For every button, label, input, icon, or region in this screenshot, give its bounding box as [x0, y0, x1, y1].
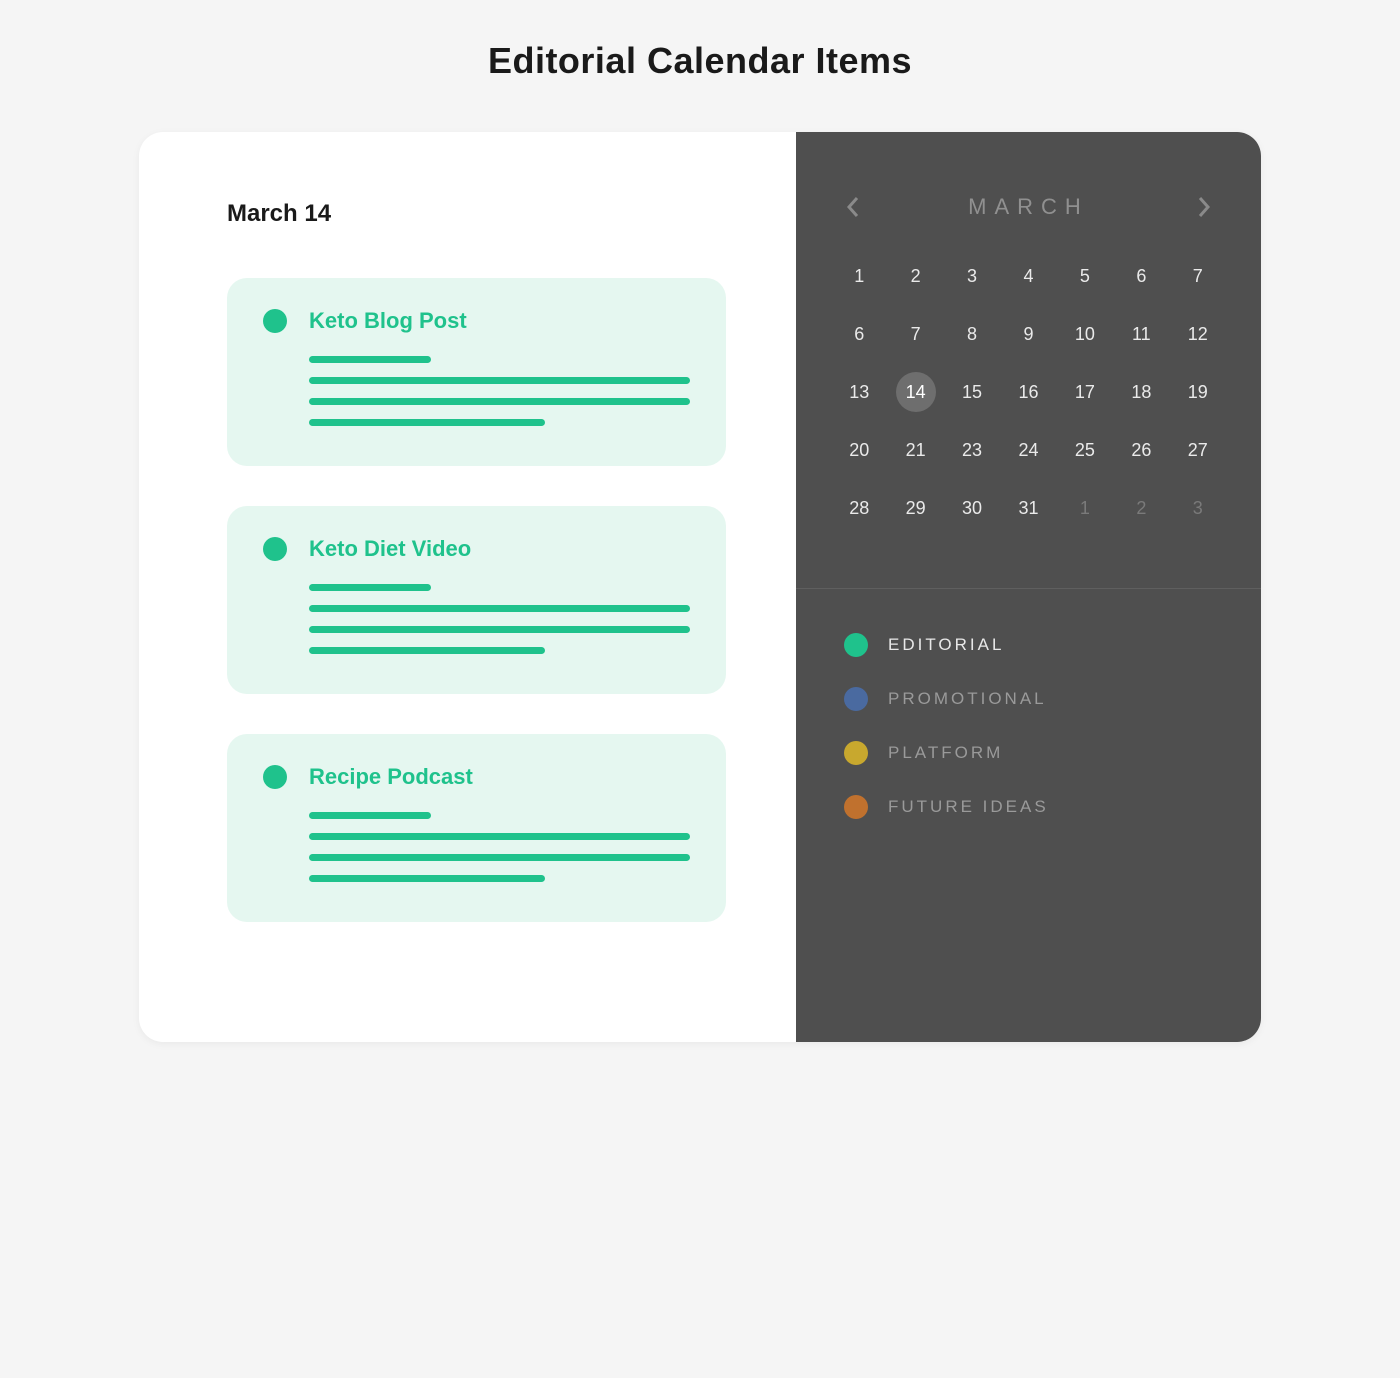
page-title: Editorial Calendar Items — [0, 40, 1400, 82]
calendar-day[interactable]: 27 — [1175, 430, 1221, 470]
calendar-day[interactable]: 8 — [949, 314, 995, 354]
legend-label: PLATFORM — [888, 743, 1003, 763]
calendar-day[interactable]: 7 — [892, 314, 938, 354]
calendar-day[interactable]: 11 — [1118, 314, 1164, 354]
item-category-dot-icon — [263, 309, 287, 333]
calendar-day[interactable]: 19 — [1175, 372, 1221, 412]
legend-label: PROMOTIONAL — [888, 689, 1047, 709]
legend-dot-icon — [844, 795, 868, 819]
calendar-day[interactable]: 28 — [836, 488, 882, 528]
item-title: Recipe Podcast — [309, 764, 473, 790]
legend-item[interactable]: FUTURE IDEAS — [844, 795, 1213, 819]
item-category-dot-icon — [263, 765, 287, 789]
legend-dot-icon — [844, 633, 868, 657]
calendar-day[interactable]: 2 — [1118, 488, 1164, 528]
calendar-day[interactable]: 24 — [1005, 430, 1051, 470]
calendar-day[interactable]: 1 — [836, 256, 882, 296]
legend-dot-icon — [844, 687, 868, 711]
calendar-day[interactable]: 6 — [1118, 256, 1164, 296]
calendar-day[interactable]: 18 — [1118, 372, 1164, 412]
calendar-day[interactable]: 4 — [1005, 256, 1051, 296]
items-panel: March 14 Keto Blog Post Keto Diet Video — [139, 132, 796, 1042]
calendar-day[interactable]: 20 — [836, 430, 882, 470]
next-month-button[interactable] — [1193, 196, 1215, 218]
calendar-day[interactable]: 15 — [949, 372, 995, 412]
calendar-day[interactable]: 5 — [1062, 256, 1108, 296]
calendar-day[interactable]: 2 — [892, 256, 938, 296]
calendar-day[interactable]: 7 — [1175, 256, 1221, 296]
legend-item[interactable]: EDITORIAL — [844, 633, 1213, 657]
calendar-day[interactable]: 3 — [949, 256, 995, 296]
legend-item[interactable]: PLATFORM — [844, 741, 1213, 765]
item-preview-lines — [309, 356, 690, 426]
prev-month-button[interactable] — [842, 196, 864, 218]
calendar-day[interactable]: 9 — [1005, 314, 1051, 354]
legend-item[interactable]: PROMOTIONAL — [844, 687, 1213, 711]
calendar-panel: MARCH 1234567678910111213141516171819202… — [796, 132, 1261, 1042]
calendar-day[interactable]: 23 — [949, 430, 995, 470]
item-title: Keto Diet Video — [309, 536, 471, 562]
calendar-day[interactable]: 17 — [1062, 372, 1108, 412]
month-label: MARCH — [968, 194, 1089, 220]
item-preview-lines — [309, 812, 690, 882]
calendar-day[interactable]: 3 — [1175, 488, 1221, 528]
legend-label: EDITORIAL — [888, 635, 1004, 655]
calendar-day[interactable]: 26 — [1118, 430, 1164, 470]
calendar-day[interactable]: 13 — [836, 372, 882, 412]
selected-date-heading: March 14 — [227, 200, 726, 228]
calendar-day[interactable]: 29 — [892, 488, 938, 528]
calendar-item[interactable]: Keto Blog Post — [227, 278, 726, 466]
item-category-dot-icon — [263, 537, 287, 561]
calendar-day[interactable]: 6 — [836, 314, 882, 354]
legend-label: FUTURE IDEAS — [888, 797, 1049, 817]
legend-section: EDITORIAL PROMOTIONAL PLATFORM FUTURE IDEAS — [796, 589, 1261, 893]
calendar-grid: 1234567678910111213141516171819202123242… — [836, 256, 1221, 528]
calendar-day[interactable]: 21 — [892, 430, 938, 470]
calendar-day[interactable]: 30 — [949, 488, 995, 528]
calendar-day[interactable]: 10 — [1062, 314, 1108, 354]
legend-dot-icon — [844, 741, 868, 765]
editorial-calendar-card: March 14 Keto Blog Post Keto Diet Video — [139, 132, 1261, 1042]
chevron-right-icon — [1196, 195, 1212, 219]
chevron-left-icon — [845, 195, 861, 219]
calendar-section: MARCH 1234567678910111213141516171819202… — [796, 132, 1261, 568]
calendar-day[interactable]: 12 — [1175, 314, 1221, 354]
calendar-day[interactable]: 31 — [1005, 488, 1051, 528]
item-title: Keto Blog Post — [309, 308, 467, 334]
calendar-day[interactable]: 25 — [1062, 430, 1108, 470]
calendar-day[interactable]: 16 — [1005, 372, 1051, 412]
calendar-item[interactable]: Keto Diet Video — [227, 506, 726, 694]
item-preview-lines — [309, 584, 690, 654]
calendar-item[interactable]: Recipe Podcast — [227, 734, 726, 922]
calendar-day[interactable]: 14 — [896, 372, 936, 412]
calendar-day[interactable]: 1 — [1062, 488, 1108, 528]
